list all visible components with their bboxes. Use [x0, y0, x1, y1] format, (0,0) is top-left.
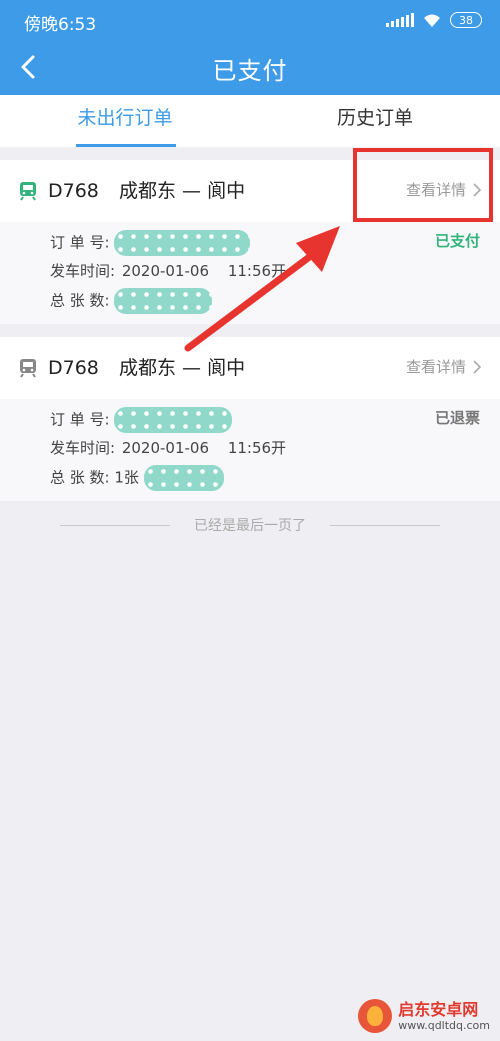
annotation-arrow [184, 226, 340, 352]
watermark-logo-icon [358, 999, 393, 1033]
watermark: 启东安卓网 www.qdltdq.com [358, 999, 490, 1033]
watermark-text: 启东安卓网 www.qdltdq.com [398, 999, 490, 1032]
watermark-name: 启东安卓网 [398, 999, 479, 1019]
watermark-url: www.qdltdq.com [398, 1018, 490, 1032]
